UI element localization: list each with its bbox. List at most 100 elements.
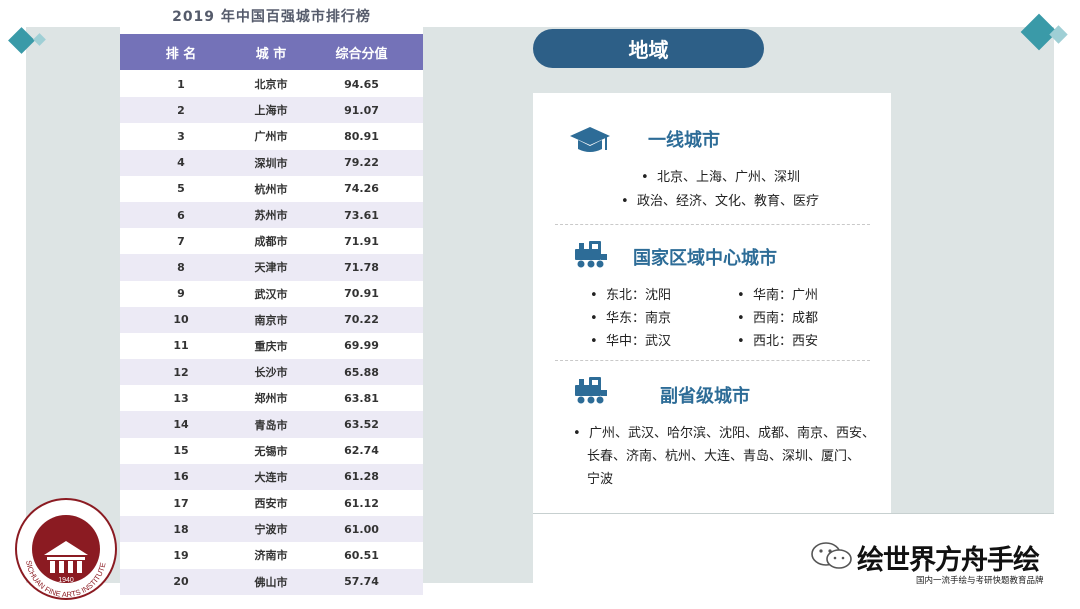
table-row: 10 南京市 70.22 <box>120 306 423 333</box>
rank-cell: 18 <box>173 522 189 536</box>
tier1-bullet-traits: • 政治、经济、文化、教育、医疗 <box>621 194 819 209</box>
tier1-title: 一线城市 <box>648 130 720 151</box>
rank-cell: 14 <box>173 418 189 432</box>
table-row: 18 宁波市 61.00 <box>120 516 423 543</box>
city-cell: 武汉市 <box>254 287 288 301</box>
national-item: • 华中：武汉 <box>590 334 671 349</box>
city-cell: 济南市 <box>254 549 288 563</box>
train-icon <box>575 241 607 268</box>
score-cell: 94.65 <box>344 77 379 91</box>
table-row: 1 北京市 94.65 <box>120 71 423 97</box>
score-cell: 70.91 <box>344 287 379 301</box>
rank-cell: 8 <box>177 260 185 274</box>
region-header: 地域 <box>533 29 764 68</box>
table-row: 8 天津市 71.78 <box>120 254 423 281</box>
city-cell: 宁波市 <box>254 523 288 537</box>
score-cell: 61.28 <box>344 470 379 484</box>
ranking-table: 2019 年中国百强城市排行榜 排 名 城 市 综合分值 1 北京市 94.65 2 上… <box>120 0 423 596</box>
watermark-name: 绘世界方舟手绘 <box>857 545 1040 576</box>
table-row: 16 大连市 61.28 <box>120 463 423 490</box>
table-row: 5 杭州市 74.26 <box>120 176 423 202</box>
watermark-tagline: 国内一流手绘与考研快题教育品牌 <box>916 576 1044 586</box>
rank-cell: 15 <box>173 444 189 458</box>
wechat-icon <box>811 542 852 569</box>
city-cell: 西安市 <box>254 497 288 511</box>
score-cell: 69.99 <box>344 339 379 353</box>
sub-provincial-line: • 广州、武汉、哈尔滨、沈阳、成都、南京、西安、 <box>573 426 875 441</box>
score-cell: 74.26 <box>344 182 379 196</box>
score-cell: 71.78 <box>344 260 379 274</box>
rank-cell: 6 <box>177 208 185 222</box>
region-card: 一线城市 • 北京、上海、广州、深圳 • 政治、经济、文化、教育、医疗 国家区域… <box>533 93 891 513</box>
city-cell: 无锡市 <box>254 444 288 458</box>
table-row: 11 重庆市 69.99 <box>120 333 423 359</box>
city-cell: 广州市 <box>254 130 288 144</box>
rank-cell: 16 <box>173 470 189 484</box>
table-row: 17 西安市 61.12 <box>120 490 423 516</box>
table-row: 20 佛山市 57.74 <box>120 568 423 595</box>
table-row: 7 成都市 71.91 <box>120 228 423 254</box>
city-cell: 天津市 <box>254 261 288 275</box>
ranking-header: 排 名 城 市 综合分值 <box>120 34 423 70</box>
seal-year: 1940 <box>58 577 74 584</box>
rank-cell: 4 <box>177 156 185 170</box>
rank-cell: 7 <box>177 234 185 248</box>
table-row: 15 无锡市 62.74 <box>120 438 423 464</box>
rank-cell: 19 <box>173 548 189 562</box>
city-cell: 重庆市 <box>254 339 288 353</box>
rank-cell: 20 <box>173 575 189 589</box>
city-cell: 上海市 <box>254 104 288 118</box>
city-cell: 青岛市 <box>254 418 288 432</box>
sichuan-fine-arts-seal: 1940 SICHUAN FINE ARTS INSTITUTE <box>15 498 117 600</box>
city-cell: 大连市 <box>254 470 288 484</box>
table-row: 14 青岛市 63.52 <box>120 411 423 438</box>
ranking-title: 2019 年中国百强城市排行榜 <box>172 9 371 25</box>
table-row: 2 上海市 91.07 <box>120 97 423 124</box>
score-cell: 61.00 <box>344 522 379 536</box>
table-row: 19 济南市 60.51 <box>120 542 423 568</box>
header-score: 综合分值 <box>335 46 388 62</box>
city-cell: 深圳市 <box>254 156 288 170</box>
score-cell: 73.61 <box>344 208 379 222</box>
header-city: 城 市 <box>255 46 287 62</box>
score-cell: 65.88 <box>344 365 379 379</box>
rank-cell: 1 <box>177 77 185 91</box>
rank-cell: 17 <box>173 496 189 510</box>
score-cell: 63.52 <box>344 418 379 432</box>
sub-provincial-line: 长春、济南、杭州、大连、青岛、深圳、厦门、 <box>587 449 861 464</box>
table-row: 13 郑州市 63.81 <box>120 385 423 411</box>
sub-provincial-line: 宁波 <box>587 472 614 487</box>
rank-cell: 13 <box>173 391 189 405</box>
sub-provincial-title: 副省级城市 <box>660 386 750 407</box>
divider <box>555 224 870 225</box>
table-row: 9 武汉市 70.91 <box>120 281 423 307</box>
score-cell: 57.74 <box>344 575 379 589</box>
tier1-bullet-cities: • 北京、上海、广州、深圳 <box>641 170 800 185</box>
city-cell: 长沙市 <box>254 366 288 380</box>
national-item: • 西南：成都 <box>737 311 818 326</box>
score-cell: 71.91 <box>344 234 379 248</box>
rank-cell: 3 <box>177 129 185 143</box>
score-cell: 91.07 <box>344 103 379 117</box>
graduation-cap-icon <box>570 127 610 152</box>
table-row: 6 苏州市 73.61 <box>120 201 423 229</box>
city-cell: 郑州市 <box>254 392 288 406</box>
rank-cell: 5 <box>177 182 185 196</box>
city-cell: 成都市 <box>254 235 288 249</box>
score-cell: 63.81 <box>344 391 379 405</box>
national-item: • 东北：沈阳 <box>590 288 671 303</box>
rank-cell: 2 <box>177 103 185 117</box>
national-center-title: 国家区域中心城市 <box>633 248 777 269</box>
rank-cell: 12 <box>173 365 189 379</box>
rank-cell: 9 <box>177 287 185 301</box>
national-item: • 华南：广州 <box>737 288 818 303</box>
national-item: • 西北：西安 <box>737 334 818 349</box>
city-cell: 苏州市 <box>254 209 288 223</box>
ranking-rows: 1 北京市 94.65 2 上海市 91.07 3 广州市 80.91 4 深圳市 79.22 5 杭州市… <box>120 71 423 595</box>
score-cell: 79.22 <box>344 156 379 170</box>
city-cell: 杭州市 <box>254 182 288 196</box>
rank-cell: 11 <box>173 339 189 353</box>
city-cell: 北京市 <box>254 78 288 92</box>
train-icon <box>575 377 607 404</box>
table-row: 12 长沙市 65.88 <box>120 359 423 386</box>
